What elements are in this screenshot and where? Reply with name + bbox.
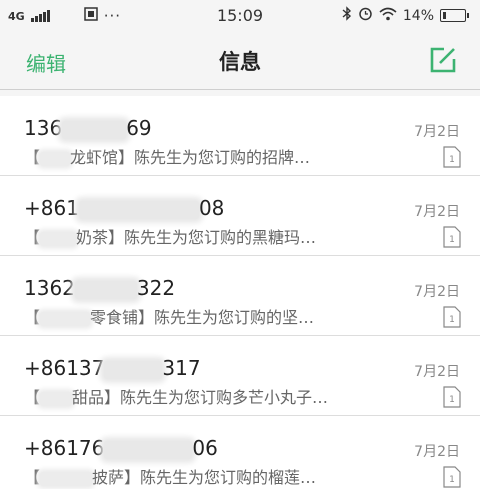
message-row[interactable]: 136 69 【龙虾馆】陈先生为您订购的招牌… 7月2日 1 xyxy=(0,96,480,176)
redacted-blur xyxy=(40,311,91,326)
sim-card-icon: 1 xyxy=(443,386,461,408)
battery-icon xyxy=(440,9,469,22)
svg-text:1: 1 xyxy=(449,235,455,245)
message-date: 7月2日 xyxy=(414,364,460,380)
redacted-blur xyxy=(40,391,73,406)
message-row[interactable]: +861 08 【奶茶】陈先生为您订购的黑糖玛… 7月2日 1 xyxy=(0,176,480,256)
redacted-blur xyxy=(40,151,71,166)
svg-text:1: 1 xyxy=(449,155,455,165)
battery-percent: 14% xyxy=(402,7,434,24)
redacted-blur xyxy=(40,471,93,486)
message-preview: 【甜品】陈先生为您订购多芒小丸子… xyxy=(24,388,329,407)
message-preview: 【披萨】陈先生为您订购的榴莲… xyxy=(24,468,317,487)
message-date: 7月2日 xyxy=(414,124,460,140)
message-date: 7月2日 xyxy=(414,444,460,460)
message-sender: 1362 322 xyxy=(24,276,176,300)
svg-text:1: 1 xyxy=(449,315,455,325)
svg-text:1: 1 xyxy=(449,475,455,485)
message-row[interactable]: 1362 322 【零食铺】陈先生为您订购的坚… 7月2日 1 xyxy=(0,256,480,336)
redacted-blur xyxy=(62,120,127,139)
wifi-icon xyxy=(379,7,397,25)
redacted-blur xyxy=(74,280,137,299)
redacted-blur xyxy=(78,200,199,219)
message-sender: +86137 317 xyxy=(24,356,201,380)
alarm-icon xyxy=(358,6,373,25)
message-preview: 【奶茶】陈先生为您订购的黑糖玛… xyxy=(24,228,317,247)
message-list: 136 69 【龙虾馆】陈先生为您订购的招牌… 7月2日 1 +861 08 【奶茶… xyxy=(0,96,480,489)
compose-icon[interactable] xyxy=(428,45,458,75)
sim-card-icon: 1 xyxy=(443,226,461,248)
redacted-blur xyxy=(104,360,163,379)
message-preview: 【零食铺】陈先生为您订购的坚… xyxy=(24,308,315,327)
message-date: 7月2日 xyxy=(414,204,460,220)
message-date: 7月2日 xyxy=(414,284,460,300)
message-sender: +86176 06 xyxy=(24,436,218,460)
nav-bar: 编辑 信息 xyxy=(0,32,480,90)
redacted-blur xyxy=(104,440,193,459)
message-row[interactable]: +86137 317 【甜品】陈先生为您订购多芒小丸子… 7月2日 1 xyxy=(0,336,480,416)
redacted-blur xyxy=(40,231,77,246)
sim-card-icon: 1 xyxy=(443,146,461,168)
message-sender: +861 08 xyxy=(24,196,225,220)
sim-card-icon: 1 xyxy=(443,306,461,328)
status-bar: 4G ··· 15:09 14% xyxy=(0,0,480,32)
message-row[interactable]: +86176 06 【披萨】陈先生为您订购的榴莲… 7月2日 1 xyxy=(0,416,480,489)
svg-text:1: 1 xyxy=(449,395,455,405)
message-preview: 【龙虾馆】陈先生为您订购的招牌… xyxy=(24,148,311,167)
page-title: 信息 xyxy=(219,50,261,74)
bluetooth-icon xyxy=(342,6,352,25)
sim-card-icon: 1 xyxy=(443,466,461,488)
status-right: 14% xyxy=(342,6,469,25)
message-sender: 136 69 xyxy=(24,116,152,140)
